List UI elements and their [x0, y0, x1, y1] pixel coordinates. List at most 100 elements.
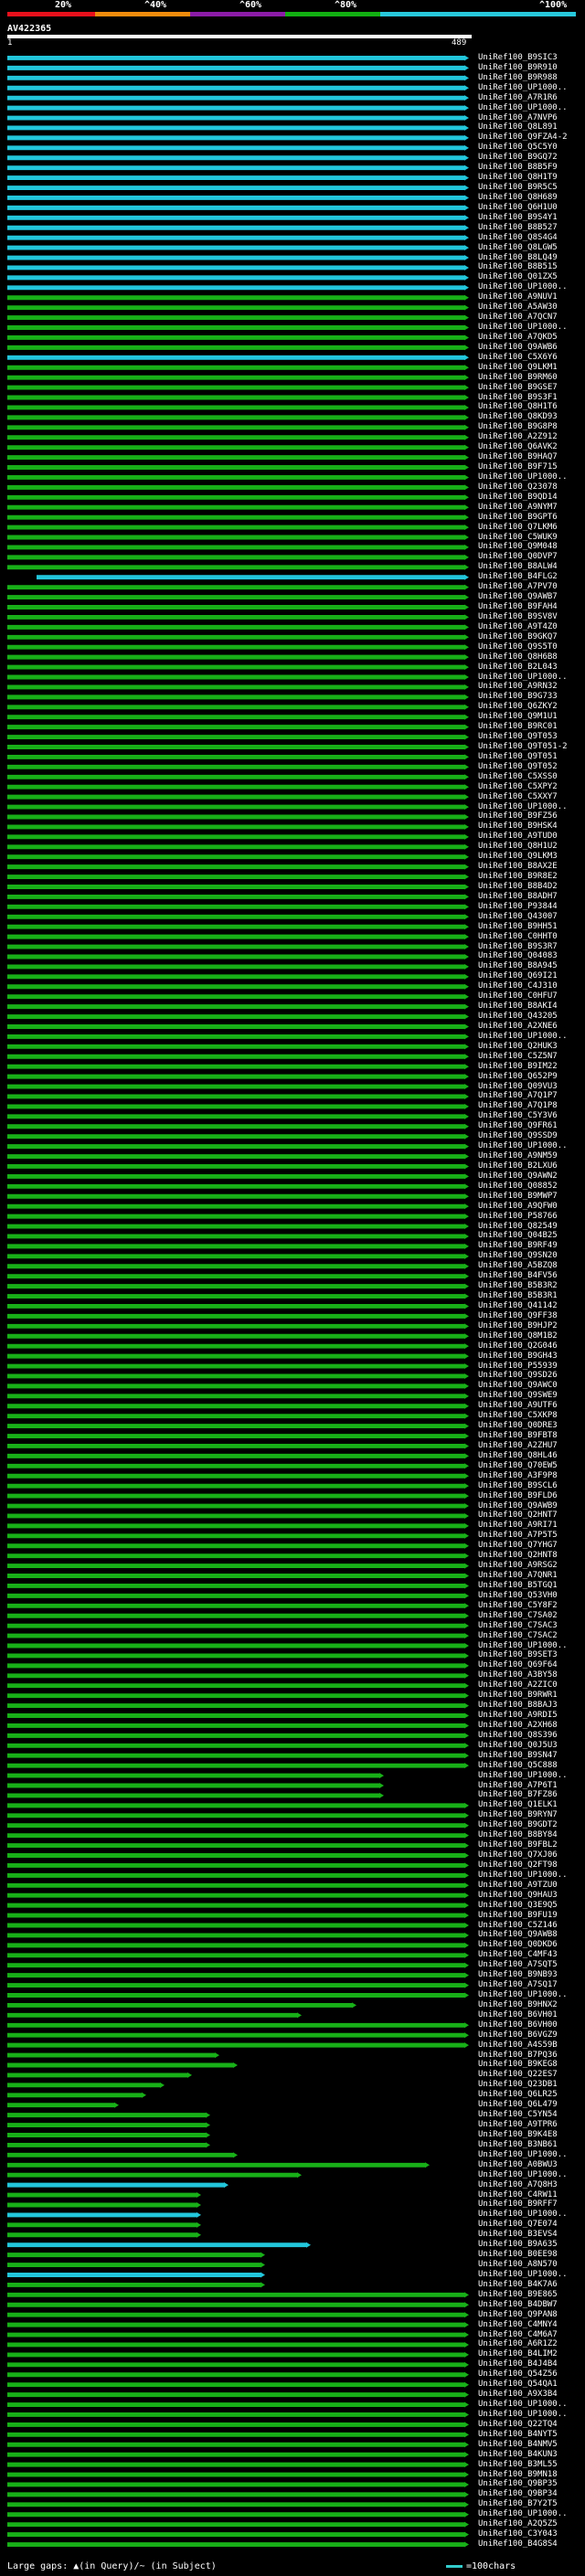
hit-label[interactable]: UniRef100_C5X6Y6: [478, 353, 558, 362]
hit-label[interactable]: UniRef100_A7P5T5: [478, 1532, 558, 1540]
hit-label[interactable]: UniRef100_B3NB61: [478, 2140, 558, 2149]
hit-label[interactable]: UniRef100_C4MNY4: [478, 2320, 558, 2329]
hit-label[interactable]: UniRef100_C5Y8F2: [478, 1601, 558, 1610]
hit-label[interactable]: UniRef100_A7PV70: [478, 583, 558, 591]
hit-label[interactable]: UniRef100_C5WUK9: [478, 533, 558, 542]
hit-label[interactable]: UniRef100_B4KUN3: [478, 2450, 558, 2459]
hit-label[interactable]: UniRef100_Q9LKM1: [478, 363, 558, 372]
hit-label[interactable]: UniRef100_C5Z146: [478, 1921, 558, 1930]
hit-label[interactable]: UniRef100_Q9M048: [478, 543, 558, 551]
hit-label[interactable]: UniRef100_B9G8P8: [478, 423, 558, 431]
hit-label[interactable]: UniRef100_B9R988: [478, 73, 558, 82]
hit-label[interactable]: UniRef100_UP1000..: [478, 1771, 568, 1780]
hit-label[interactable]: UniRef100_B9SIC3: [478, 53, 558, 62]
hit-label[interactable]: UniRef100_UP1000..: [478, 673, 568, 682]
hit-label[interactable]: UniRef100_B5TGQ1: [478, 1581, 558, 1590]
hit-label[interactable]: UniRef100_B9S4Y1: [478, 213, 558, 222]
hit-label[interactable]: UniRef100_A9NM59: [478, 1152, 558, 1161]
hit-label[interactable]: UniRef100_Q8HL46: [478, 1451, 558, 1460]
hit-label[interactable]: UniRef100_B9G733: [478, 693, 558, 701]
hit-label[interactable]: UniRef100_UP1000..: [478, 2170, 568, 2179]
hit-label[interactable]: UniRef100_B9GH43: [478, 1352, 558, 1361]
hit-label[interactable]: UniRef100_Q9AWB8: [478, 1931, 558, 1939]
hit-label[interactable]: UniRef100_B8B4D2: [478, 882, 558, 891]
hit-label[interactable]: UniRef100_A7QKD5: [478, 333, 558, 342]
hit-label[interactable]: UniRef100_C5YN54: [478, 2111, 558, 2119]
hit-label[interactable]: UniRef100_C3Y043: [478, 2530, 558, 2539]
hit-label[interactable]: UniRef100_A5BZQ8: [478, 1262, 558, 1270]
hit-label[interactable]: UniRef100_B9S3F1: [478, 393, 558, 402]
hit-label[interactable]: UniRef100_Q6LR25: [478, 2091, 558, 2099]
hit-label[interactable]: UniRef100_Q9FF38: [478, 1311, 558, 1320]
hit-label[interactable]: UniRef100_B8AX2E: [478, 863, 558, 871]
hit-label[interactable]: UniRef100_Q0DKD6: [478, 1941, 558, 1949]
hit-label[interactable]: UniRef100_C5XKP8: [478, 1412, 558, 1420]
hit-label[interactable]: UniRef100_Q53VH0: [478, 1591, 558, 1600]
hit-label[interactable]: UniRef100_Q2HNT7: [478, 1511, 558, 1520]
hit-label[interactable]: UniRef100_A9RI71: [478, 1521, 558, 1530]
hit-label[interactable]: UniRef100_Q8S396: [478, 1731, 558, 1740]
hit-label[interactable]: UniRef100_C4MF43: [478, 1951, 558, 1959]
hit-label[interactable]: UniRef100_Q54Z56: [478, 2370, 558, 2379]
hit-label[interactable]: UniRef100_B4NYT5: [478, 2430, 558, 2439]
hit-label[interactable]: UniRef100_Q09VU3: [478, 1082, 558, 1091]
hit-label[interactable]: UniRef100_A9NUV1: [478, 293, 558, 302]
hit-label[interactable]: UniRef100_Q0J5U3: [478, 1741, 558, 1750]
hit-label[interactable]: UniRef100_B8ALW4: [478, 563, 558, 571]
hit-label[interactable]: UniRef100_B9E865: [478, 2290, 558, 2299]
hit-label[interactable]: UniRef100_A2Z912: [478, 433, 558, 441]
hit-label[interactable]: UniRef100_B9FAH4: [478, 603, 558, 611]
hit-label[interactable]: UniRef100_Q2G046: [478, 1341, 558, 1351]
hit-label[interactable]: UniRef100_A2ZHU7: [478, 1441, 558, 1450]
hit-label[interactable]: UniRef100_UP1000..: [478, 1871, 568, 1880]
hit-label[interactable]: UniRef100_Q8H689: [478, 193, 558, 202]
hit-label[interactable]: UniRef100_UP1000..: [478, 2210, 568, 2219]
hit-label[interactable]: UniRef100_Q8M1B2: [478, 1331, 558, 1341]
hit-label[interactable]: UniRef100_UP1000..: [478, 283, 568, 292]
hit-label[interactable]: UniRef100_A2Q5Z5: [478, 2520, 558, 2528]
hit-label[interactable]: UniRef100_C4M6A7: [478, 2330, 558, 2339]
hit-label[interactable]: UniRef100_B9RF49: [478, 1242, 558, 1250]
hit-label[interactable]: UniRef100_B9RFF7: [478, 2200, 558, 2209]
hit-label[interactable]: UniRef100_B9SV8V: [478, 612, 558, 621]
hit-label[interactable]: UniRef100_Q0DRE3: [478, 1422, 558, 1430]
hit-label[interactable]: UniRef100_C5XPY2: [478, 782, 558, 791]
hit-label[interactable]: UniRef100_B2L043: [478, 663, 558, 672]
hit-label[interactable]: UniRef100_B9MWP7: [478, 1192, 558, 1201]
hit-label[interactable]: UniRef100_A7P6T1: [478, 1781, 558, 1790]
hit-label[interactable]: UniRef100_B8ADH7: [478, 892, 558, 901]
hit-label[interactable]: UniRef100_B4FV56: [478, 1272, 558, 1280]
hit-label[interactable]: UniRef100_Q41142: [478, 1301, 558, 1310]
hit-label[interactable]: UniRef100_A5AW30: [478, 303, 558, 312]
hit-label[interactable]: UniRef100_B4LIM2: [478, 2350, 558, 2359]
hit-label[interactable]: UniRef100_Q8H1T9: [478, 174, 558, 182]
hit-label[interactable]: UniRef100_B9RM60: [478, 373, 558, 382]
hit-label[interactable]: UniRef100_B9R5C5: [478, 184, 558, 192]
hit-label[interactable]: UniRef100_Q7YHG7: [478, 1542, 558, 1550]
hit-label[interactable]: UniRef100_P58766: [478, 1212, 558, 1221]
hit-label[interactable]: UniRef100_A9TPR6: [478, 2121, 558, 2129]
hit-label[interactable]: UniRef100_B8A945: [478, 962, 558, 970]
hit-label[interactable]: UniRef100_A2XH68: [478, 1721, 558, 1730]
hit-label[interactable]: UniRef100_A7Q8H3: [478, 2180, 558, 2189]
hit-label[interactable]: UniRef100_P55939: [478, 1362, 558, 1371]
hit-label[interactable]: UniRef100_B9GKQ7: [478, 632, 558, 641]
hit-label[interactable]: UniRef100_C0HHT0: [478, 932, 558, 941]
hit-label[interactable]: UniRef100_UP1000..: [478, 1641, 568, 1650]
hit-label[interactable]: UniRef100_B9HH51: [478, 922, 558, 931]
hit-label[interactable]: UniRef100_A9QFW0: [478, 1202, 558, 1211]
hit-label[interactable]: UniRef100_Q08852: [478, 1182, 558, 1191]
hit-label[interactable]: UniRef100_A9RDI5: [478, 1712, 558, 1720]
hit-label[interactable]: UniRef100_Q9SD26: [478, 1372, 558, 1380]
hit-label[interactable]: UniRef100_B9HAQ7: [478, 453, 558, 461]
hit-label[interactable]: UniRef100_A6R1Z2: [478, 2340, 558, 2348]
hit-label[interactable]: UniRef100_C0HFU7: [478, 992, 558, 1001]
hit-label[interactable]: UniRef100_Q69I21: [478, 972, 558, 981]
hit-label[interactable]: UniRef100_Q9BP35: [478, 2480, 558, 2488]
hit-label[interactable]: UniRef100_B9SET3: [478, 1651, 558, 1659]
hit-label[interactable]: UniRef100_Q9SSD9: [478, 1132, 558, 1140]
hit-label[interactable]: UniRef100_B9RYN7: [478, 1811, 558, 1819]
hit-label[interactable]: UniRef100_Q8L891: [478, 123, 558, 132]
hit-label[interactable]: UniRef100_B9FZ56: [478, 812, 558, 821]
hit-label[interactable]: UniRef100_B8BAJ3: [478, 1701, 558, 1710]
